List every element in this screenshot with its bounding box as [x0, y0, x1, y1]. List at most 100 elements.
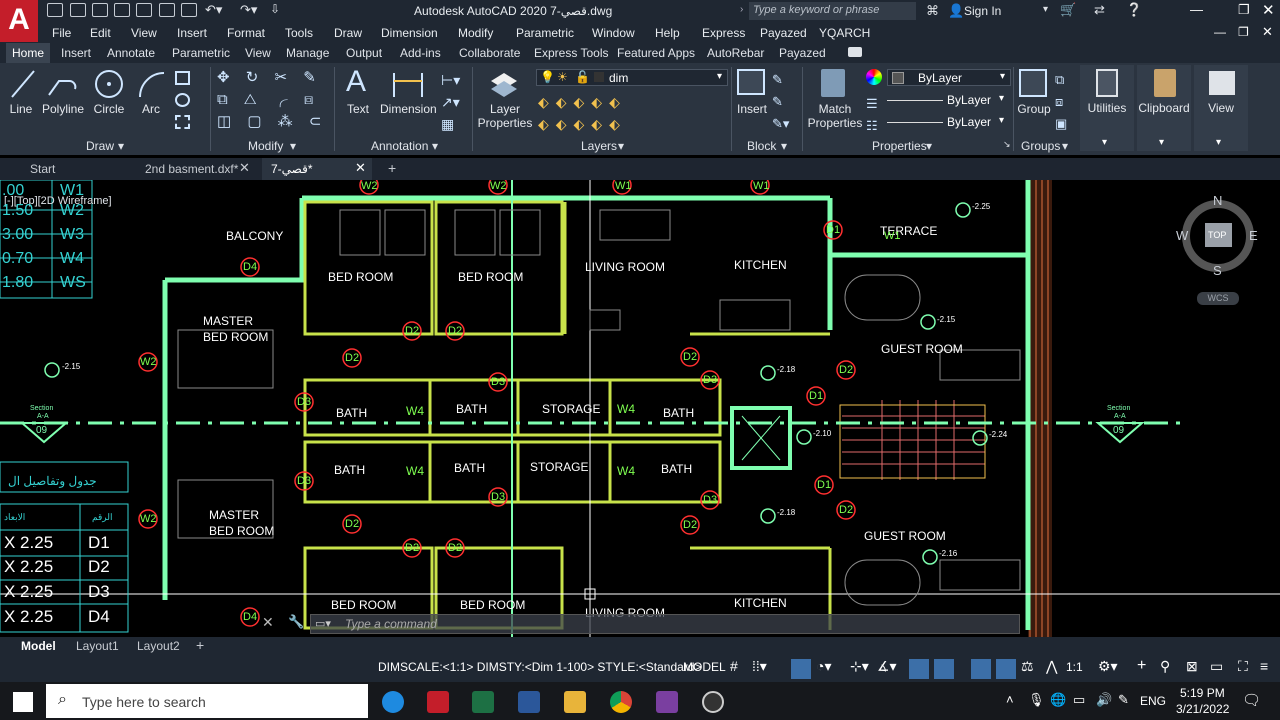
view-block[interactable]: View ▾ — [1194, 65, 1248, 151]
tab-model[interactable]: Model — [21, 639, 56, 653]
tab-express-tools[interactable]: Express Tools — [534, 46, 608, 60]
fullscreen-icon[interactable]: ⛶ — [1238, 658, 1248, 676]
snap-icon[interactable]: ⁞⁞▾ — [752, 658, 767, 676]
layer-dropdown[interactable]: 💡 ☀ 🔓 dim ▾ — [536, 69, 728, 86]
clipboard-block[interactable]: Clipboard ▾ — [1137, 65, 1191, 151]
properties-expand-icon[interactable]: ▾ — [926, 139, 932, 153]
dimension-button[interactable]: Dimension — [380, 102, 437, 116]
menu-draw[interactable]: Draw — [334, 26, 362, 40]
command-close-icon[interactable]: ✕ — [262, 614, 274, 631]
line-icon[interactable] — [8, 67, 38, 101]
annotation-monitor-icon[interactable]: + — [1137, 657, 1146, 675]
model-space-button[interactable]: MODEL — [683, 660, 726, 678]
properties-icon[interactable] — [181, 3, 197, 17]
application-menu-button[interactable]: A — [0, 0, 38, 42]
color-wheel-icon[interactable] — [866, 69, 882, 85]
match-properties-icon[interactable] — [821, 69, 845, 97]
tab-collaborate[interactable]: Collaborate — [459, 46, 520, 60]
dimension-icon[interactable] — [390, 67, 426, 101]
edge-icon[interactable] — [382, 691, 404, 713]
isodraft-icon[interactable]: ⊹▾ — [850, 658, 869, 676]
annotation-scale-icon[interactable]: ⋀ — [1046, 658, 1057, 676]
minimize-icon[interactable]: — — [1190, 2, 1203, 17]
wcs-menu[interactable]: WCS — [1197, 292, 1239, 305]
sign-in-dropdown-icon[interactable]: ▾ — [1043, 4, 1048, 15]
customization-icon[interactable]: ▭ — [1210, 658, 1223, 676]
menu-window[interactable]: Window — [592, 26, 635, 40]
new-tab-icon[interactable]: + — [388, 160, 396, 176]
modify-panel-title[interactable]: Modify — [248, 139, 283, 153]
polyline-button[interactable]: Polyline — [40, 102, 86, 116]
annotation-small-tools[interactable]: ⊢▾ ↗▾ ▦ — [441, 69, 460, 135]
sign-in-button[interactable]: Sign In — [964, 4, 1001, 18]
annotation-panel-title[interactable]: Annotation — [371, 139, 428, 153]
tab-home[interactable]: Home — [6, 43, 51, 63]
clock-time[interactable]: 5:19 PM — [1180, 686, 1225, 700]
exchange-icon[interactable]: ⇄ — [1094, 2, 1105, 18]
menu-edit[interactable]: Edit — [90, 26, 111, 40]
hatch-icon[interactable] — [175, 115, 190, 129]
battery-icon[interactable]: ▭ — [1073, 692, 1085, 708]
menu-express[interactable]: Express — [702, 26, 745, 40]
doc-tab-close-icon[interactable]: ✕ — [239, 160, 250, 176]
lineweight-dropdown[interactable]: ByLayer ▾ — [887, 114, 1011, 131]
menu-yqarch[interactable]: YQARCH — [819, 26, 870, 40]
layers-panel-title[interactable]: Layers — [581, 139, 617, 153]
pen-icon[interactable]: ✎ — [1118, 692, 1129, 708]
doc-tab-start[interactable]: Start — [30, 162, 55, 176]
insert-block-icon[interactable] — [737, 69, 765, 95]
ribbon-toggle-icon[interactable] — [848, 47, 862, 57]
app-icon[interactable] — [656, 691, 678, 713]
redo-icon[interactable]: ↷▾ — [240, 2, 257, 18]
layer-tools[interactable]: ⬖⬖⬖⬖⬖ ⬖⬖⬖⬖⬖ — [538, 91, 627, 135]
viewcube-top-face[interactable]: TOP — [1208, 230, 1226, 240]
tab-layout2[interactable]: Layout2 — [137, 639, 180, 653]
print-icon[interactable] — [136, 3, 152, 17]
menu-file[interactable]: File — [52, 26, 71, 40]
menu-parametric[interactable]: Parametric — [516, 26, 574, 40]
menu-payazed[interactable]: Payazed — [760, 26, 807, 40]
annotation-visibility-icon[interactable] — [996, 659, 1016, 679]
viewcube-south[interactable]: S — [1213, 263, 1222, 278]
volume-icon[interactable]: 🔊 — [1096, 692, 1112, 708]
menu-format[interactable]: Format — [227, 26, 265, 40]
groups-panel-title[interactable]: Groups — [1021, 139, 1060, 153]
menu-insert[interactable]: Insert — [177, 26, 207, 40]
notification-icon[interactable]: 🗨 — [1242, 691, 1261, 709]
properties-launcher-icon[interactable]: ↘ — [1003, 139, 1011, 150]
save-icon[interactable] — [92, 3, 108, 17]
autoscale-icon[interactable]: ⚖ — [1021, 658, 1034, 676]
text-button[interactable]: Text — [341, 102, 375, 116]
tray-chevron-icon[interactable]: ˄ — [1006, 692, 1014, 707]
doc-restore-icon[interactable]: ❐ — [1238, 25, 1249, 39]
viewcube-north[interactable]: N — [1213, 193, 1222, 208]
tab-layout1[interactable]: Layout1 — [76, 639, 119, 653]
arc-button[interactable]: Arc — [134, 102, 168, 116]
language-indicator[interactable]: ENG — [1140, 694, 1166, 708]
workspace-gear-icon[interactable]: ⚙▾ — [1098, 658, 1118, 676]
word-icon[interactable] — [518, 691, 540, 713]
tab-parametric[interactable]: Parametric — [172, 46, 230, 60]
menu-help[interactable]: Help — [655, 26, 680, 40]
menu-dimension[interactable]: Dimension — [381, 26, 438, 40]
utilities-block[interactable]: Utilities ▾ — [1080, 65, 1134, 151]
tab-insert[interactable]: Insert — [61, 46, 91, 60]
block-expand-icon[interactable]: ▾ — [781, 139, 787, 153]
clock-date[interactable]: 3/21/2022 — [1176, 702, 1229, 716]
tab-output[interactable]: Output — [346, 46, 382, 60]
layer-properties-icon[interactable] — [487, 67, 521, 101]
add-layout-icon[interactable]: + — [196, 637, 204, 653]
new-file-icon[interactable] — [47, 3, 63, 17]
ellipse-icon[interactable] — [175, 93, 190, 107]
help-icon[interactable]: ❔ — [1126, 2, 1142, 18]
quick-properties-icon[interactable]: ⊠ — [1186, 658, 1198, 676]
save-as-icon[interactable] — [114, 3, 130, 17]
tab-addins[interactable]: Add-ins — [400, 46, 441, 60]
chrome-icon[interactable] — [610, 691, 632, 713]
autocad-taskbar-icon[interactable] — [427, 691, 449, 713]
excel-icon[interactable] — [472, 691, 494, 713]
osnap-tracking-icon[interactable]: ∡▾ — [877, 658, 897, 676]
tab-autorebar[interactable]: AutoRebar — [707, 46, 764, 60]
line-button[interactable]: Line — [4, 102, 38, 116]
windows-start-icon[interactable] — [13, 692, 33, 712]
